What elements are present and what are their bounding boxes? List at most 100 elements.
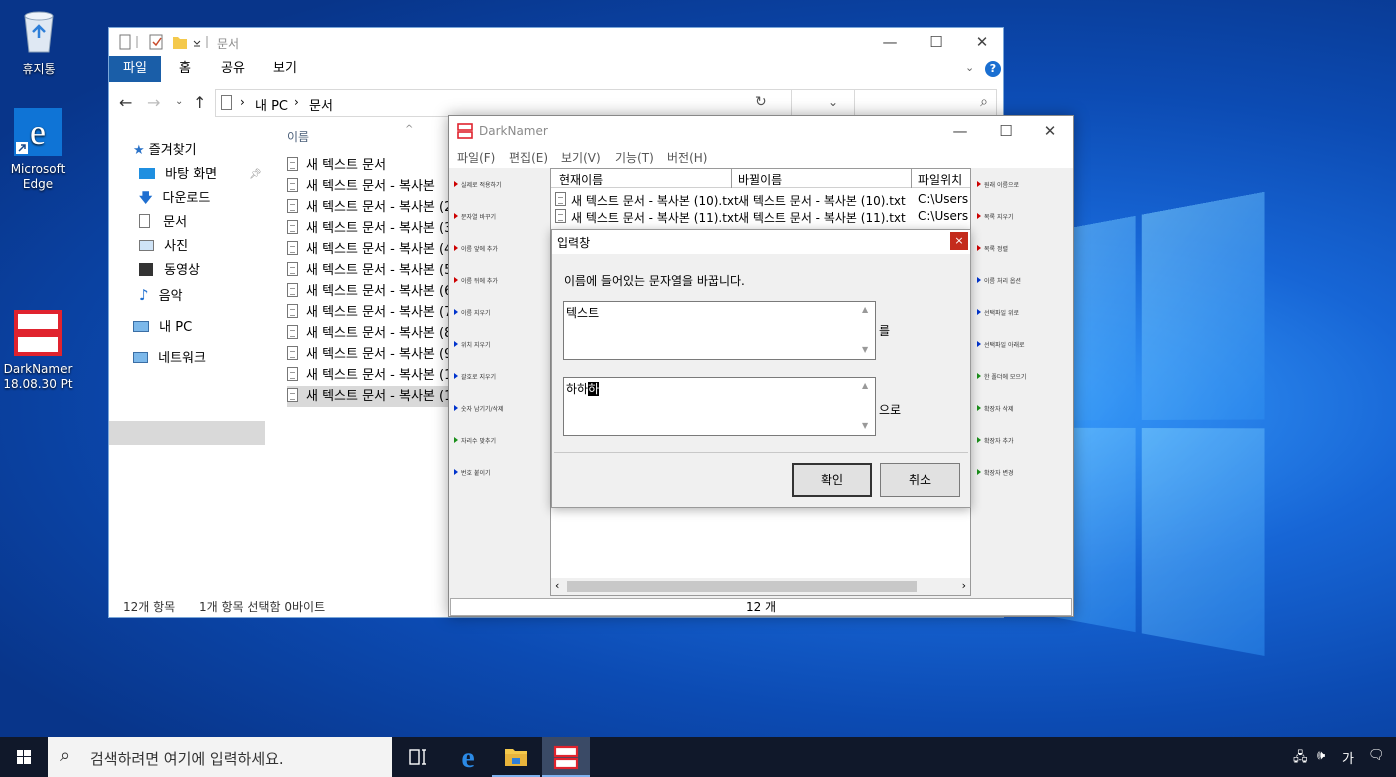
breadcrumb-documents[interactable]: 문서 bbox=[309, 95, 333, 114]
desktop-icon-edge[interactable]: e Microsoft Edge bbox=[0, 108, 76, 192]
action-erase-position[interactable]: 위치 지우기 bbox=[454, 340, 491, 354]
tab-file[interactable]: 파일 bbox=[109, 56, 161, 82]
file-row[interactable]: 새 텍스트 문서 - 복사본 (6 bbox=[287, 281, 455, 302]
desktop-icon-darknamer[interactable]: DarkNamer 18.08.30 Pt bbox=[0, 310, 76, 392]
breadcrumb-this-pc[interactable]: 내 PC bbox=[255, 95, 288, 114]
taskbar-darknamer-button[interactable] bbox=[542, 737, 590, 777]
menu-file[interactable]: 파일(F) bbox=[457, 149, 495, 166]
nav-item-videos[interactable]: 동영상 bbox=[139, 260, 200, 282]
maximize-button[interactable]: ☐ bbox=[983, 116, 1029, 146]
action-erase-name[interactable]: 이름 지우기 bbox=[454, 308, 491, 322]
horizontal-scrollbar[interactable]: ‹ › bbox=[551, 578, 970, 595]
taskbar-search-input[interactable]: ⌕ 검색하려면 여기에 입력하세요. bbox=[48, 737, 392, 777]
vertical-scrollbar[interactable]: ▲ ▼ bbox=[859, 378, 875, 435]
scroll-right-icon[interactable]: › bbox=[962, 579, 966, 592]
minimize-button[interactable]: — bbox=[937, 116, 983, 146]
column-new-name[interactable]: 바뀔이름 bbox=[738, 171, 782, 188]
recent-locations-icon[interactable]: ⌄ bbox=[175, 96, 183, 107]
action-sort-list[interactable]: 목록 정렬 bbox=[977, 244, 1008, 258]
file-row[interactable]: 새 텍스트 문서 - 복사본 (2 bbox=[287, 197, 455, 218]
scroll-up-icon[interactable]: ▲ bbox=[862, 381, 868, 390]
file-row[interactable]: 새 텍스트 문서 - 복사본 (5 bbox=[287, 260, 455, 281]
scroll-up-icon[interactable]: ▲ bbox=[862, 305, 868, 314]
ok-button[interactable]: 확인 bbox=[792, 463, 872, 497]
action-name-options[interactable]: 이름 처리 옵션 bbox=[977, 276, 1021, 290]
close-button[interactable]: ✕ bbox=[1027, 116, 1073, 146]
back-arrow-icon[interactable]: ← bbox=[119, 93, 132, 112]
task-view-button[interactable] bbox=[394, 737, 442, 777]
action-prepend[interactable]: 이름 앞에 추가 bbox=[454, 244, 498, 258]
file-row[interactable]: 새 텍스트 문서 - 복사본 bbox=[287, 176, 455, 197]
nav-this-pc[interactable]: 내 PC bbox=[133, 317, 192, 339]
refresh-icon[interactable]: ↻ bbox=[755, 94, 767, 110]
find-text-input[interactable]: 텍스트 ▲ ▼ bbox=[563, 301, 876, 360]
taskbar-edge-button[interactable]: e bbox=[444, 737, 492, 777]
input-language-indicator[interactable]: 가 bbox=[1342, 748, 1354, 767]
up-arrow-icon[interactable]: ↑ bbox=[193, 93, 206, 112]
column-current-name[interactable]: 현재이름 bbox=[559, 171, 603, 188]
action-collect-folder[interactable]: 한 폴더에 모으기 bbox=[977, 372, 1026, 386]
vertical-scrollbar[interactable]: ▲ ▼ bbox=[859, 302, 875, 359]
taskbar-explorer-button[interactable] bbox=[492, 737, 540, 777]
nav-network[interactable]: 네트워크 bbox=[133, 348, 206, 370]
action-append[interactable]: 이름 뒤에 추가 bbox=[454, 276, 498, 290]
file-row[interactable]: 새 텍스트 문서 - 복사본 (7 bbox=[287, 302, 455, 323]
action-pad-digits[interactable]: 자리수 맞추기 bbox=[454, 436, 496, 450]
file-row[interactable]: 새 텍스트 문서 - 복사본 (4 bbox=[287, 239, 455, 260]
forward-arrow-icon[interactable]: → bbox=[147, 93, 160, 112]
nav-item-desktop[interactable]: 바탕 화면 📌︎ bbox=[139, 164, 262, 186]
help-icon[interactable]: ? bbox=[985, 61, 1001, 77]
column-location[interactable]: 파일위치 bbox=[918, 171, 962, 188]
scroll-down-icon[interactable]: ▼ bbox=[862, 345, 868, 354]
file-row[interactable]: 새 텍스트 문서 - 복사본 (9 bbox=[287, 344, 455, 365]
column-separator[interactable] bbox=[911, 169, 912, 188]
action-numbering[interactable]: 번호 붙이기 bbox=[454, 468, 491, 482]
dialog-close-button[interactable]: × bbox=[950, 232, 968, 250]
action-keep-numbers[interactable]: 숫자 남기기/삭제 bbox=[454, 404, 504, 418]
action-move-up[interactable]: 선택파일 위로 bbox=[977, 308, 1019, 322]
scroll-left-icon[interactable]: ‹ bbox=[555, 579, 559, 592]
menu-edit[interactable]: 편집(E) bbox=[509, 149, 548, 166]
nav-item-documents[interactable]: 문서 bbox=[139, 212, 187, 234]
menu-view[interactable]: 보기(V) bbox=[561, 149, 601, 166]
maximize-button[interactable]: ☐ bbox=[913, 28, 959, 56]
action-erase-bracket[interactable]: 괄호로 지우기 bbox=[454, 372, 496, 386]
file-row-selected[interactable]: 새 텍스트 문서 - 복사본 (1 bbox=[287, 386, 455, 407]
file-row[interactable]: 새 텍스트 문서 - 복사본 (1 bbox=[287, 365, 455, 386]
scrollbar-thumb[interactable] bbox=[567, 581, 917, 592]
tab-view[interactable]: 보기 bbox=[259, 56, 311, 82]
nav-quick-access[interactable]: ★ 즐겨찾기 bbox=[133, 140, 197, 162]
column-header-name[interactable]: 이름 bbox=[287, 128, 309, 145]
start-button[interactable] bbox=[0, 737, 48, 777]
action-move-down[interactable]: 선택파일 아래로 bbox=[977, 340, 1025, 354]
file-row[interactable]: 새 텍스트 문서 - 복사본 (3 bbox=[287, 218, 455, 239]
tab-share[interactable]: 공유 bbox=[207, 56, 259, 82]
network-status-icon[interactable]: 🖧 bbox=[1293, 748, 1308, 770]
file-row[interactable]: 새 텍스트 문서 bbox=[287, 155, 455, 176]
minimize-button[interactable]: — bbox=[867, 28, 913, 56]
action-delete-extension[interactable]: 확장자 삭제 bbox=[977, 404, 1014, 418]
tab-home[interactable]: 홈 bbox=[165, 56, 205, 82]
table-row[interactable]: 새 텍스트 문서 - 복사본 (11).txt 새 텍스트 문서 - 복사본 (… bbox=[551, 208, 970, 225]
nav-item-downloads[interactable]: 🡇 다운로드 bbox=[139, 188, 210, 210]
notification-icon[interactable]: 🗨 bbox=[1368, 748, 1385, 763]
nav-item-music[interactable]: ♪ 음악 bbox=[139, 284, 183, 306]
action-clear-list[interactable]: 목록 지우기 bbox=[977, 212, 1014, 226]
file-row[interactable]: 새 텍스트 문서 - 복사본 (8 bbox=[287, 323, 455, 344]
action-change-extension[interactable]: 확장자 변경 bbox=[977, 468, 1014, 482]
nav-item-pictures[interactable]: 사진 bbox=[139, 236, 188, 258]
explorer-search-input[interactable]: ⌕ bbox=[791, 89, 997, 117]
scroll-down-icon[interactable]: ▼ bbox=[862, 421, 868, 430]
column-separator[interactable] bbox=[731, 169, 732, 188]
cancel-button[interactable]: 취소 bbox=[880, 463, 960, 497]
ribbon-expand-icon[interactable]: ⌄ bbox=[965, 61, 974, 74]
menu-function[interactable]: 기능(T) bbox=[615, 149, 654, 166]
replace-text-input[interactable]: 하하하 ▲ ▼ bbox=[563, 377, 876, 436]
action-restore-name[interactable]: 원래 이름으로 bbox=[977, 180, 1019, 194]
close-button[interactable]: ✕ bbox=[959, 28, 1005, 56]
menu-version[interactable]: 버전(H) bbox=[667, 149, 707, 166]
volume-icon[interactable]: 🕪 bbox=[1317, 748, 1325, 763]
table-row[interactable]: 새 텍스트 문서 - 복사본 (10).txt 새 텍스트 문서 - 복사본 (… bbox=[551, 191, 970, 208]
desktop-icon-recycle-bin[interactable]: 휴지통 bbox=[1, 8, 77, 77]
action-replace-string[interactable]: 문자열 바꾸기 bbox=[454, 212, 496, 226]
